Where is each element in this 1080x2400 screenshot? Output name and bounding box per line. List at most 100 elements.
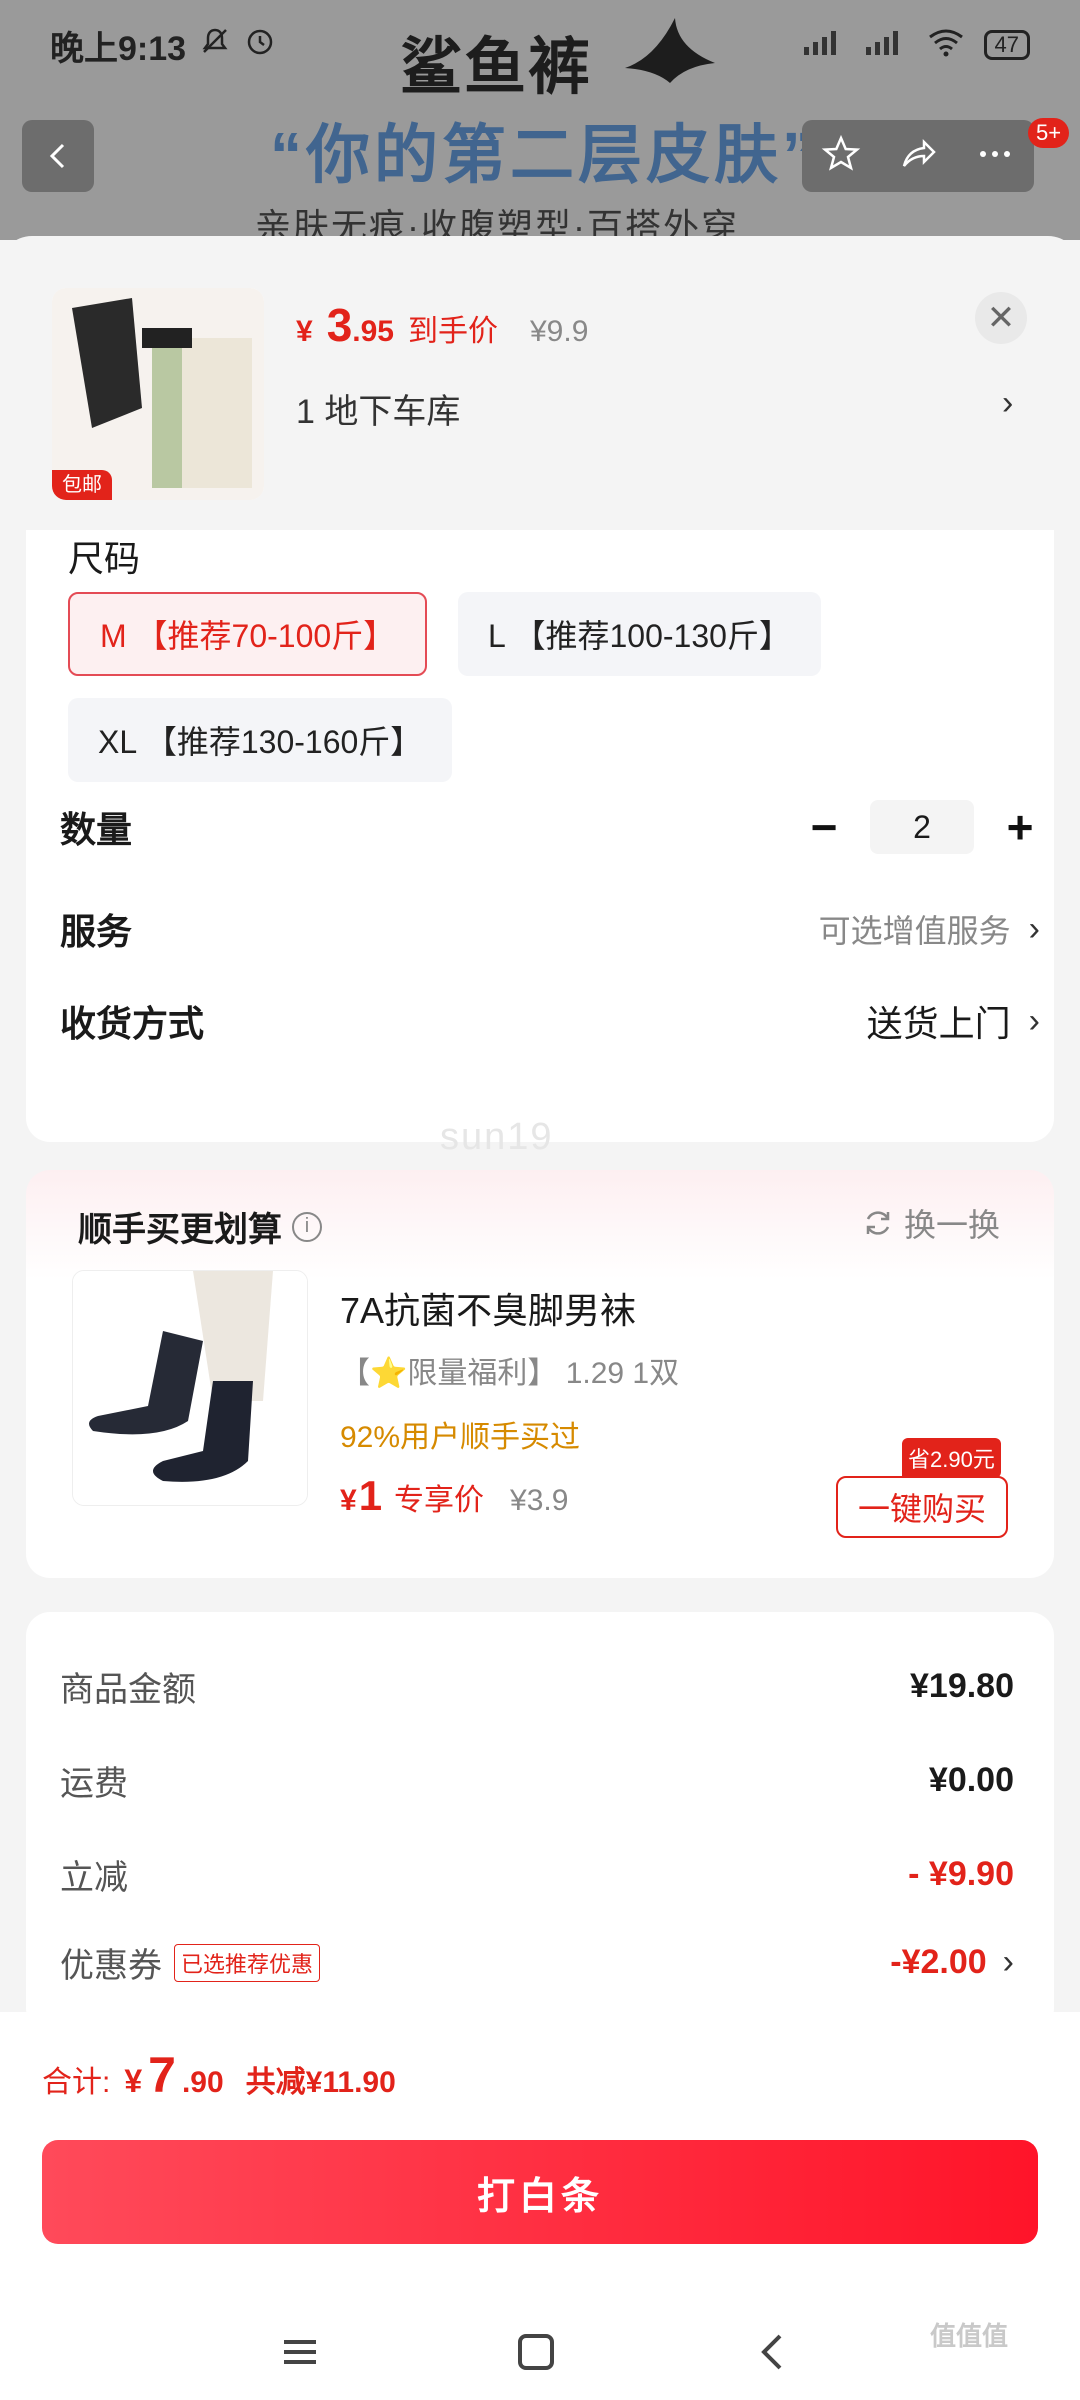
total-saved: 共减¥11.90 bbox=[245, 2066, 396, 2099]
top-actions bbox=[802, 120, 1034, 192]
service-value-wrap: 可选增值服务 › bbox=[819, 906, 1040, 952]
free-shipping-tag: 包邮 bbox=[52, 470, 112, 500]
price-row: ¥ 3 .95 到手价 ¥9.9 bbox=[296, 298, 588, 352]
discount-row: 立减 - ¥9.90 bbox=[60, 1850, 1014, 1899]
alarm-icon bbox=[244, 25, 276, 66]
signal-icon bbox=[802, 27, 846, 64]
addon-bought-stat: 92%用户顺手买过 bbox=[340, 1421, 581, 1454]
chevron-right-icon[interactable]: › bbox=[1002, 384, 1013, 423]
addon-price-row: ¥ 1 专享价 ¥3.9 bbox=[340, 1472, 568, 1520]
chevron-right-icon: › bbox=[1028, 1001, 1040, 1040]
price-decimal: .95 bbox=[352, 315, 394, 348]
quantity-plus-button[interactable]: + bbox=[1000, 800, 1040, 854]
watermark-text: sun19 bbox=[440, 1116, 554, 1158]
home-icon[interactable] bbox=[506, 2322, 566, 2382]
corner-watermark: 值值值 bbox=[930, 2321, 1009, 2351]
favorite-star-icon[interactable] bbox=[821, 134, 861, 179]
product-header: 包邮 ¥ 3 .95 到手价 ¥9.9 1 地下车库 › ✕ bbox=[0, 236, 1080, 530]
coupon-value-wrap: -¥2.00 › bbox=[890, 1943, 1014, 1982]
subslogan: 亲肤无痕·收腹塑型·百搭外穿 bbox=[255, 206, 739, 240]
service-row[interactable]: 服务 可选增值服务 › bbox=[60, 894, 1040, 964]
options-card: 尺码 M 【推荐70-100斤】 L 【推荐100-130斤】 XL 【推荐13… bbox=[26, 530, 1054, 1142]
back-arrow-icon bbox=[49, 143, 65, 169]
quantity-minus-button[interactable]: − bbox=[804, 800, 844, 854]
status-time: 晚上9:13 bbox=[50, 29, 187, 68]
wifi-icon bbox=[926, 27, 966, 64]
coupon-label-wrap: 优惠券 已选推荐优惠 bbox=[60, 1938, 321, 1987]
coupon-value: -¥2.00 bbox=[890, 1943, 987, 1981]
shark-logo-icon bbox=[625, 18, 715, 83]
more-icon[interactable] bbox=[975, 134, 1015, 179]
price-summary-card: 商品金额 ¥19.80 运费 ¥0.00 立减 - ¥9.90 优惠券 已选推荐… bbox=[26, 1612, 1054, 2032]
close-button[interactable]: ✕ bbox=[975, 292, 1027, 344]
refresh-icon bbox=[866, 1211, 890, 1235]
product-image bbox=[52, 288, 264, 500]
goods-amount-row: 商品金额 ¥19.80 bbox=[60, 1662, 1014, 1711]
size-option-l[interactable]: L 【推荐100-130斤】 bbox=[458, 592, 821, 676]
message-badge: 5+ bbox=[1028, 118, 1070, 148]
discount-label: 立减 bbox=[60, 1859, 128, 1897]
back-nav-icon[interactable] bbox=[742, 2322, 802, 2382]
battery-indicator: 47 bbox=[983, 30, 1030, 60]
purchase-sheet: 包邮 ¥ 3 .95 到手价 ¥9.9 1 地下车库 › ✕ 尺码 M 【推荐7… bbox=[0, 236, 1080, 2400]
delivery-address[interactable]: 1 地下车库 bbox=[296, 384, 460, 433]
signal-hd-icon bbox=[864, 27, 908, 64]
size-option-xl[interactable]: XL 【推荐130-160斤】 bbox=[68, 698, 453, 782]
shipping-label: 运费 bbox=[60, 1765, 128, 1803]
coupon-row[interactable]: 优惠券 已选推荐优惠 -¥2.00 › bbox=[60, 1938, 1014, 1987]
quantity-input[interactable]: 2 bbox=[870, 800, 974, 854]
menu-icon[interactable] bbox=[270, 2322, 330, 2382]
brand-name: 鲨鱼裤 bbox=[400, 33, 593, 102]
socks-image bbox=[73, 1271, 307, 1505]
delivery-method-row[interactable]: 收货方式 送货上门 › bbox=[60, 986, 1040, 1056]
total-currency: ¥ bbox=[124, 2063, 143, 2099]
addon-original-price: ¥3.9 bbox=[510, 1484, 569, 1517]
chevron-right-icon: › bbox=[1002, 1943, 1014, 1981]
info-icon[interactable]: i bbox=[292, 1211, 322, 1242]
chevron-right-icon: › bbox=[1028, 909, 1040, 948]
discount-value: - ¥9.90 bbox=[908, 1855, 1014, 1893]
swap-button[interactable]: 换一换 bbox=[862, 1200, 1000, 1246]
price-integer: 3 bbox=[326, 299, 353, 351]
quantity-row: 数量 − 2 + bbox=[60, 792, 1040, 862]
addon-product-desc: 【⭐限量福利】 1.29 1双 bbox=[340, 1357, 680, 1390]
coupon-tag: 已选推荐优惠 bbox=[174, 1943, 321, 1982]
swap-label: 换一换 bbox=[904, 1207, 1001, 1243]
checkout-footer: 合计: ¥ 7 .90 共减¥11.90 打白条 bbox=[0, 2012, 1080, 2400]
addon-price-currency: ¥ bbox=[340, 1484, 357, 1517]
addon-product-image[interactable] bbox=[72, 1270, 308, 1506]
service-label: 服务 bbox=[60, 911, 133, 952]
size-option-m[interactable]: M 【推荐70-100斤】 bbox=[68, 592, 428, 676]
addon-title-wrap: 顺手买更划算 i bbox=[78, 1202, 322, 1251]
total-row: 合计: ¥ 7 .90 共减¥11.90 bbox=[42, 2046, 396, 2104]
addon-card: 顺手买更划算 i 换一换 7A抗菌不臭脚男袜 【⭐限量福利】 1.29 1双 9… bbox=[26, 1170, 1054, 1578]
size-label: 尺码 bbox=[68, 538, 141, 579]
pay-button[interactable]: 打白条 bbox=[42, 2140, 1038, 2244]
addon-price: 1 bbox=[358, 1472, 383, 1519]
slogan: “你的第二层皮肤” bbox=[270, 119, 818, 191]
background-product-page: 晚上9:13 47 鲨鱼裤 “你的第二层皮肤” 亲肤无痕·收腹塑型·百搭外穿 5… bbox=[0, 0, 1080, 240]
one-click-buy-button[interactable]: 一键购买 bbox=[836, 1476, 1008, 1538]
system-nav-bar bbox=[0, 2302, 1080, 2400]
goods-amount-value: ¥19.80 bbox=[910, 1667, 1014, 1705]
total-label: 合计: bbox=[42, 2066, 111, 2099]
product-thumbnail[interactable]: 包邮 bbox=[52, 288, 264, 500]
original-price: ¥9.9 bbox=[530, 315, 589, 348]
share-icon[interactable] bbox=[898, 134, 938, 179]
delivery-method-value: 送货上门 bbox=[866, 1003, 1011, 1044]
addon-product-name[interactable]: 7A抗菌不臭脚男袜 bbox=[340, 1282, 636, 1334]
shipping-value: ¥0.00 bbox=[928, 1761, 1014, 1799]
total-integer: 7 bbox=[148, 2047, 176, 2103]
shipping-row: 运费 ¥0.00 bbox=[60, 1756, 1014, 1805]
close-icon: ✕ bbox=[986, 299, 1016, 337]
addon-title: 顺手买更划算 bbox=[78, 1211, 282, 1249]
delivery-method-label: 收货方式 bbox=[60, 1003, 205, 1044]
price-currency: ¥ bbox=[296, 315, 313, 348]
service-value: 可选增值服务 bbox=[818, 913, 1011, 949]
mute-icon bbox=[200, 26, 230, 65]
total-decimal: .90 bbox=[181, 2066, 224, 2099]
back-button[interactable] bbox=[22, 120, 94, 192]
save-tag: 省2.90元 bbox=[902, 1438, 1001, 1478]
coupon-label: 优惠券 bbox=[60, 1947, 162, 1985]
price-label: 到手价 bbox=[408, 315, 498, 348]
